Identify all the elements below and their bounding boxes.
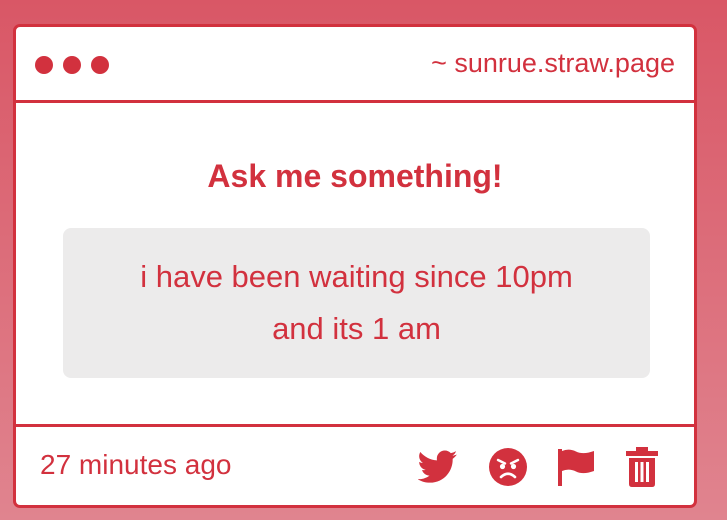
flag-icon bbox=[558, 449, 594, 486]
page-url[interactable]: ~ sunrue.straw.page bbox=[431, 48, 675, 79]
question-card: ~ sunrue.straw.page Ask me something! i … bbox=[13, 24, 697, 508]
twitter-icon bbox=[418, 450, 458, 483]
question-text-line: i have been waiting since 10pm bbox=[140, 259, 573, 294]
page-title: Ask me something! bbox=[207, 158, 503, 194]
window-titlebar: ~ sunrue.straw.page bbox=[16, 27, 694, 103]
window-dot-icon bbox=[91, 56, 109, 74]
question-text-line: and its 1 am bbox=[272, 311, 441, 346]
trash-icon bbox=[626, 447, 658, 487]
card-footer: 27 minutes ago bbox=[16, 424, 694, 505]
window-dot-icon bbox=[35, 56, 53, 74]
question-box: i have been waiting since 10pm and its 1… bbox=[63, 228, 650, 378]
timestamp: 27 minutes ago bbox=[40, 449, 232, 480]
twitter-share-button[interactable] bbox=[418, 447, 458, 487]
window-dot-icon bbox=[63, 56, 81, 74]
delete-button[interactable] bbox=[622, 447, 662, 487]
angry-face-icon bbox=[489, 448, 527, 486]
report-button[interactable] bbox=[556, 447, 596, 487]
react-button[interactable] bbox=[488, 447, 528, 487]
